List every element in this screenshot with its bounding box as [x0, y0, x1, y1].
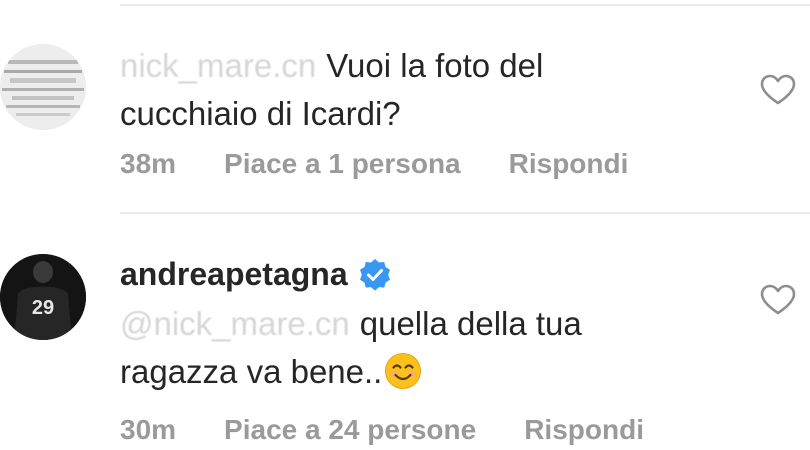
likes-count-link[interactable]: Piace a 24 persone [224, 414, 476, 446]
likes-count-link[interactable]: Piace a 1 persona [224, 148, 461, 180]
comment-timestamp: 38m [120, 148, 177, 179]
reply-button[interactable]: Rispondi [524, 414, 644, 446]
comment-item: nick_mare.cn Vuoi la foto del cucchiaio d… [0, 0, 810, 200]
comment-text-line-1: Vuoi la foto del [326, 47, 544, 84]
heart-outline-icon[interactable] [760, 284, 796, 316]
verified-badge-icon [359, 258, 390, 291]
mention-link[interactable]: @nick_mare.cn [120, 305, 350, 342]
comment-text-line-2: cucchiaio di Icardi? [120, 95, 401, 132]
avatar[interactable] [0, 44, 86, 130]
username-link[interactable]: andreapetagna [120, 256, 348, 293]
comment-text: @nick_mare.cn quella della tua ragazza va… [120, 300, 680, 396]
comment-text-line-2: ragazza va bene.. [120, 353, 383, 390]
avatar-image: 29 [0, 254, 86, 340]
smiling-face-emoji [385, 353, 422, 389]
comment-text-line-1: quella della tua [359, 305, 582, 342]
comment-text: nick_mare.cn Vuoi la foto del cucchiaio d… [120, 42, 680, 138]
heart-outline-icon[interactable] [760, 74, 796, 106]
comment-meta: 30m Piace a 24 persone Rispondi [120, 414, 644, 446]
comment-item: 29 andreapetagna @nick_mare.cn quella del… [0, 214, 810, 450]
username-row: andreapetagna [120, 256, 392, 293]
comment-meta: 38m Piace a 1 persona Rispondi [120, 148, 628, 180]
mention-link[interactable]: nick_mare.cn [120, 47, 316, 84]
avatar-image [0, 44, 86, 130]
comment-timestamp: 30m [120, 414, 177, 445]
comments-screen: nick_mare.cn Vuoi la foto del cucchiaio d… [0, 0, 810, 450]
jersey-number: 29 [32, 297, 54, 319]
avatar[interactable]: 29 [0, 254, 86, 340]
reply-button[interactable]: Rispondi [509, 148, 629, 180]
